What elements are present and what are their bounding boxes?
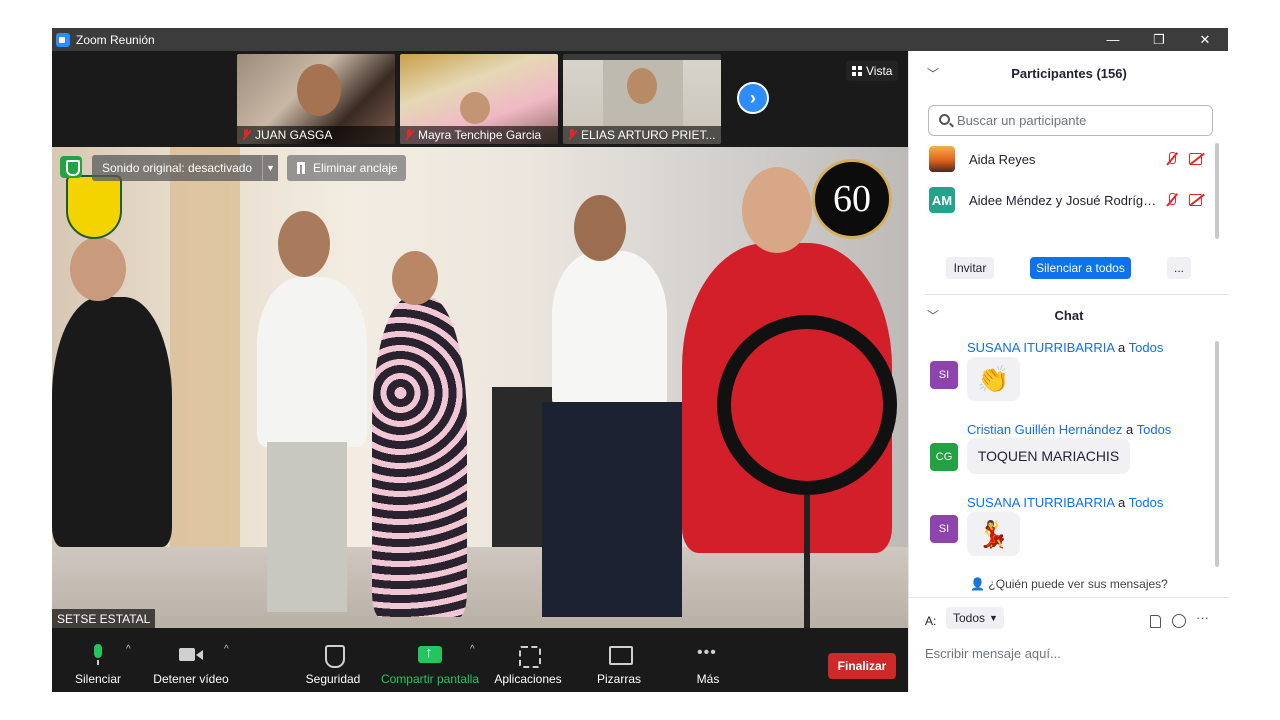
- collapse-participants-chevron-icon[interactable]: ﹀: [927, 65, 939, 82]
- recipient-select[interactable]: Todos ▼: [946, 607, 1004, 629]
- shield-icon: [321, 644, 345, 668]
- video-off-icon[interactable]: [1189, 193, 1205, 206]
- window-title: Zoom Reunión: [76, 32, 155, 47]
- participants-more-button[interactable]: ...: [1167, 257, 1191, 279]
- chat-message-bubble: 💃: [967, 512, 1020, 556]
- restore-button[interactable]: ❐: [1136, 28, 1182, 51]
- participants-scrollbar[interactable]: [1215, 143, 1219, 239]
- speaker-name-label: SETSE ESTATAL: [52, 609, 156, 628]
- whiteboards-button[interactable]: Pizarras: [592, 628, 646, 692]
- chat-input-area: A: Todos ▼ ···: [909, 597, 1229, 692]
- video-off-icon[interactable]: [1189, 152, 1205, 165]
- chevron-down-icon: ▼: [266, 163, 275, 173]
- avatar: AM: [929, 187, 955, 213]
- view-button[interactable]: Vista: [846, 61, 899, 81]
- chat-more-icon[interactable]: ···: [1196, 610, 1209, 625]
- chat-message-header: SUSANA ITURRIBARRIA a Todos: [967, 340, 1164, 355]
- mic-muted-icon: [567, 129, 577, 141]
- anniversary-logo: 60: [812, 159, 892, 239]
- participant-row[interactable]: Aida Reyes: [929, 141, 1209, 177]
- video-options-caret[interactable]: ^: [224, 644, 229, 655]
- chevron-down-icon: ▼: [989, 613, 998, 623]
- chat-header: ﹀ Chat: [927, 307, 1084, 324]
- video-floor: [52, 547, 908, 628]
- who-can-see-messages-link[interactable]: 👤 ¿Quién puede ver sus mensajes?: [909, 577, 1229, 591]
- thumbnail-strip: JUAN GASGA Mayra Tenchipe Garcia ELIAS A…: [52, 51, 908, 147]
- mic-muted-icon[interactable]: [1165, 193, 1179, 207]
- unpin-button[interactable]: Eliminar anclaje: [287, 155, 406, 181]
- chevron-right-icon: ›: [750, 87, 756, 108]
- zoom-app-icon: [56, 32, 70, 47]
- thumbnail-name: ELIAS ARTURO PRIET...: [563, 126, 721, 144]
- encryption-shield-icon[interactable]: [60, 156, 82, 178]
- person-lock-icon: 👤: [970, 577, 986, 591]
- thumbnail-name: JUAN GASGA: [237, 126, 395, 144]
- whiteboard-icon: [607, 644, 633, 666]
- more-dots-icon: [696, 644, 720, 666]
- recipient-label: A:: [925, 614, 937, 628]
- avatar: CG: [930, 443, 958, 471]
- chat-message-input[interactable]: [925, 642, 1215, 664]
- camera-icon: [179, 644, 203, 666]
- title-bar: Zoom Reunión — ❐ ✕: [52, 28, 1228, 51]
- mute-all-button[interactable]: Silenciar a todos: [1030, 257, 1131, 279]
- avatar: SI: [930, 515, 958, 543]
- share-screen-button[interactable]: Compartir pantalla: [378, 628, 482, 692]
- mic-muted-icon: [241, 129, 251, 141]
- search-icon: [939, 114, 950, 125]
- mic-options-caret[interactable]: ^: [126, 644, 131, 655]
- end-meeting-button[interactable]: Finalizar: [828, 653, 896, 679]
- divider: [925, 294, 1229, 295]
- active-speaker-video: 60 Sonido original: desactivado ▼ Elimin…: [52, 147, 908, 628]
- participant-thumbnail[interactable]: Mayra Tenchipe Garcia: [400, 54, 558, 144]
- mic-muted-icon[interactable]: [1165, 152, 1179, 166]
- participant-row[interactable]: AM Aidee Méndez y Josué Rodrígu...: [929, 182, 1209, 218]
- share-options-caret[interactable]: ^: [470, 644, 475, 655]
- thumbnail-name: Mayra Tenchipe Garcia: [400, 126, 558, 144]
- participants-header: ﹀ Participantes (156): [927, 65, 1127, 82]
- chat-message-header: Cristian Guillén Hernández a Todos: [967, 422, 1172, 437]
- security-button[interactable]: Seguridad: [302, 628, 364, 692]
- collapse-chat-chevron-icon[interactable]: ﹀: [927, 307, 939, 324]
- invite-button[interactable]: Invitar: [946, 257, 994, 279]
- minimize-button[interactable]: —: [1090, 28, 1136, 51]
- ring-light-stand: [804, 495, 810, 628]
- ring-light: [717, 315, 897, 495]
- avatar: [929, 146, 955, 172]
- stop-video-button[interactable]: Detener vídeo: [150, 628, 232, 692]
- meeting-toolbar: Silenciar ^ Detener vídeo ^ Seguridad Co…: [52, 628, 908, 692]
- close-button[interactable]: ✕: [1182, 28, 1228, 51]
- organization-logo: [66, 175, 122, 239]
- grid-view-icon: [852, 66, 862, 76]
- chat-message-header: SUSANA ITURRIBARRIA a Todos: [967, 495, 1164, 510]
- apps-button[interactable]: Aplicaciones: [492, 628, 564, 692]
- participant-thumbnail[interactable]: ELIAS ARTURO PRIET...: [563, 54, 721, 144]
- participant-thumbnail[interactable]: JUAN GASGA: [237, 54, 395, 144]
- emoji-icon[interactable]: [1172, 614, 1186, 628]
- file-icon[interactable]: [1150, 615, 1161, 628]
- video-area: JUAN GASGA Mayra Tenchipe Garcia ELIAS A…: [52, 51, 908, 628]
- mic-muted-icon: [404, 129, 414, 141]
- microphone-icon: [86, 644, 110, 666]
- original-sound-dropdown[interactable]: ▼: [262, 155, 278, 181]
- more-button[interactable]: Más: [690, 628, 726, 692]
- participant-search[interactable]: Buscar un participante: [928, 105, 1213, 136]
- apps-icon: [516, 644, 541, 668]
- zoom-window: Zoom Reunión — ❐ ✕ JUAN GASGA Mayra Tenc…: [52, 28, 1229, 692]
- window-controls: — ❐ ✕: [1090, 28, 1228, 51]
- share-screen-icon: [418, 644, 442, 666]
- avatar: SI: [930, 361, 958, 389]
- pin-icon: [297, 162, 305, 174]
- chat-message-bubble: 👏: [967, 357, 1020, 401]
- side-panel: ﹀ Participantes (156) Buscar un particip…: [908, 51, 1229, 692]
- chat-scrollbar[interactable]: [1215, 341, 1219, 567]
- next-page-button[interactable]: ›: [737, 82, 769, 114]
- mute-button[interactable]: Silenciar: [72, 628, 124, 692]
- chat-message-bubble: TOQUEN MARIACHIS: [967, 438, 1130, 474]
- original-sound-button[interactable]: Sonido original: desactivado: [92, 155, 263, 181]
